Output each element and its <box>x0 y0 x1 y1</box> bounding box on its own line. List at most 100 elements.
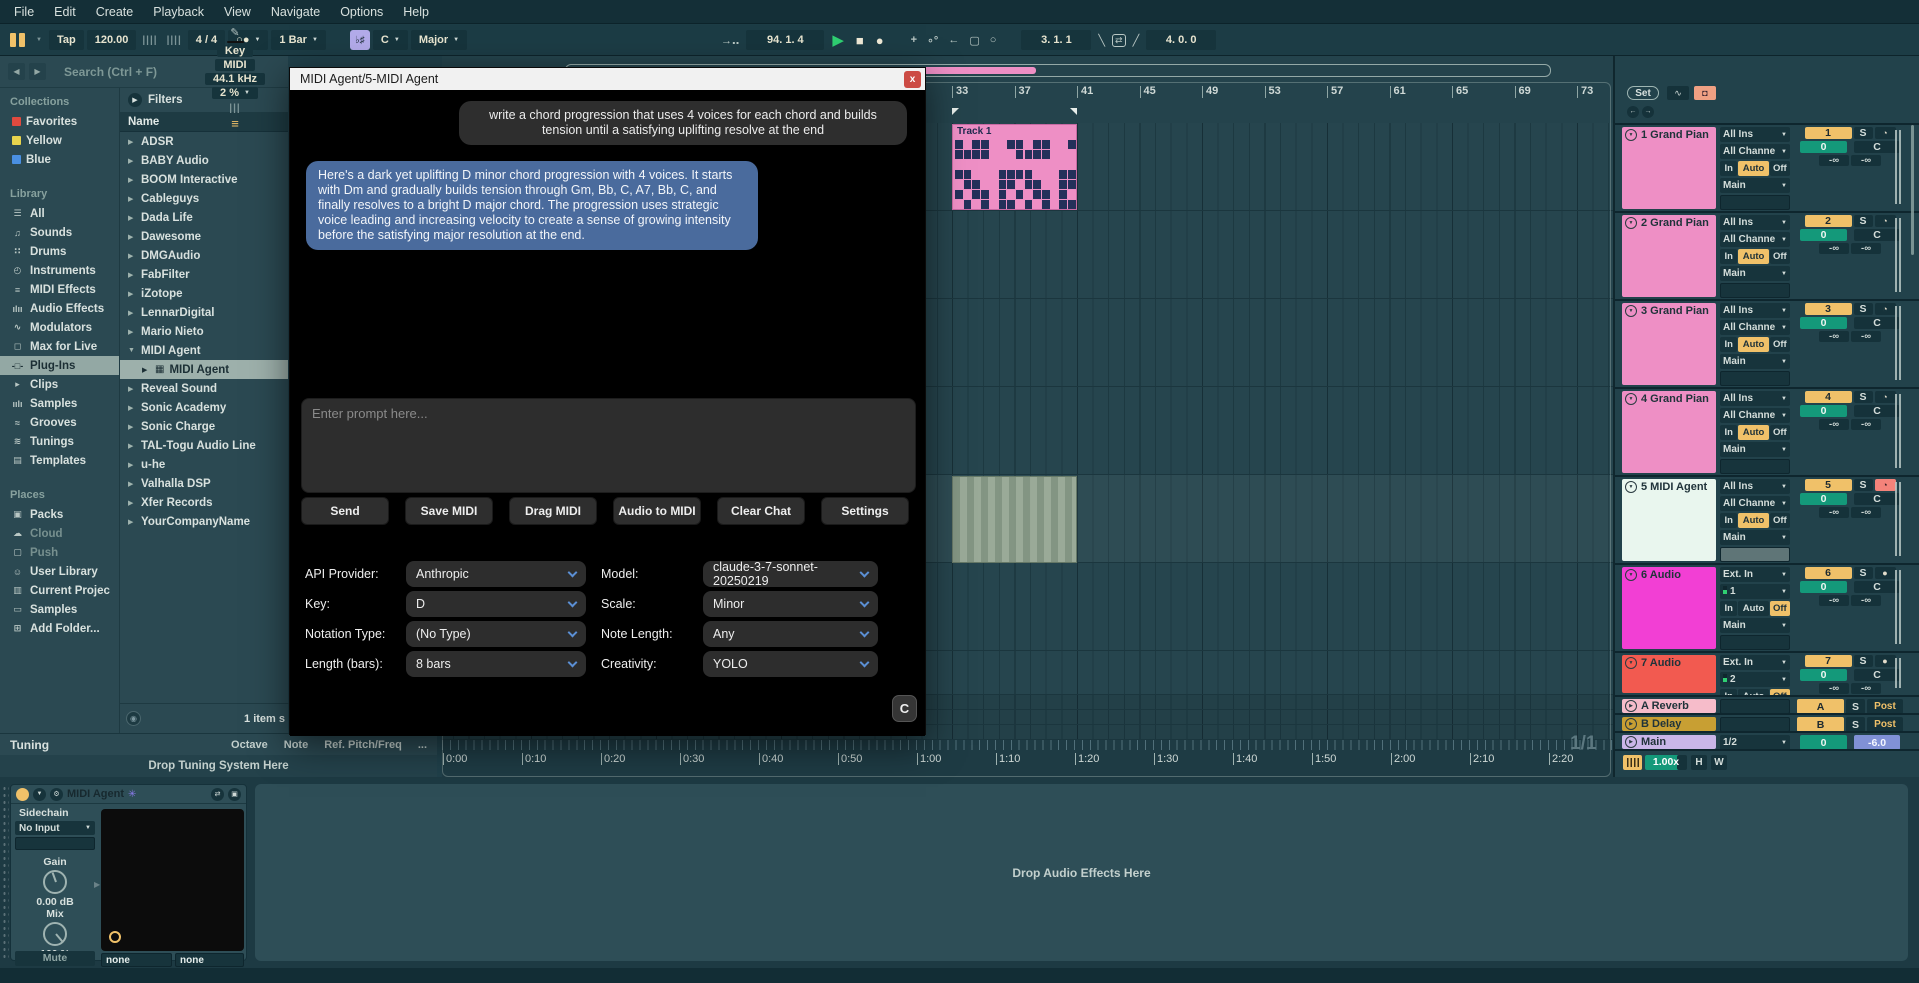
input-channel-select[interactable]: 2▼ <box>1720 672 1790 687</box>
pan-control[interactable]: C <box>1854 493 1900 505</box>
chevron-collapsed-icon[interactable]: ▶ <box>128 157 136 165</box>
return-badge[interactable]: B <box>1797 717 1844 732</box>
track-number-badge[interactable]: 7 <box>1805 655 1852 667</box>
field-select-length-bars-[interactable]: 8 bars <box>406 651 586 677</box>
input-channel-select[interactable]: 1▼ <box>1720 584 1790 599</box>
sidebar-item-grooves[interactable]: ≈Grooves <box>0 413 119 432</box>
menu-item-navigate[interactable]: Navigate <box>261 0 330 24</box>
browser-item-cableguys[interactable]: ▶Cableguys <box>120 189 288 208</box>
map-slot-1[interactable]: none <box>101 953 172 967</box>
arm-button[interactable]: ● <box>1875 567 1896 579</box>
track-header-6[interactable]: ▼6 AudioExt. In▼1▼InAutoOffMain▼6S●0C-∞-… <box>1615 563 1919 651</box>
follow-icon[interactable]: →‥ <box>718 34 742 47</box>
audio-waveform-icon[interactable] <box>1623 755 1642 770</box>
w-zoom-button[interactable]: W <box>1711 755 1727 770</box>
arrangement-position-icon[interactable] <box>8 32 30 48</box>
draw-mode-icon[interactable]: ∘° <box>924 34 941 47</box>
loop-icon[interactable]: ⇄ <box>1112 34 1126 47</box>
draw-pencil-icon[interactable]: ✎ <box>227 26 242 39</box>
input-routing-select[interactable]: All Ins▼ <box>1720 127 1790 142</box>
volume-value[interactable]: -∞ <box>1819 331 1849 342</box>
browser-forward-icon[interactable]: ▶ <box>29 63 46 80</box>
sidebar-item-plug-ins[interactable]: -□-Plug-Ins <box>0 356 119 375</box>
field-select-notation-type-[interactable]: (No Type) <box>406 621 586 647</box>
pre-post-toggle[interactable]: Post <box>1867 717 1903 732</box>
chevron-collapsed-icon[interactable]: ▶ <box>128 252 136 260</box>
link-icon[interactable]: ∿ <box>1667 86 1689 100</box>
chevron-collapsed-icon[interactable]: ▶ <box>128 233 136 241</box>
monitor-off-button[interactable]: Off <box>1770 161 1790 176</box>
solo-button[interactable]: S <box>1854 479 1873 491</box>
arrangement-position-display[interactable]: 94. 1. 4 <box>746 30 824 50</box>
save-preset-icon[interactable]: ▣ <box>228 788 241 801</box>
sidebar-item-push[interactable]: ▢Push <box>0 543 119 562</box>
track-header-1[interactable]: ▼1 Grand PianAll Ins▼All Channe▼InAutoOf… <box>1615 123 1919 211</box>
input-routing-select[interactable]: Ext. In▼ <box>1720 655 1790 670</box>
sidebar-item-max-for-live[interactable]: ◻Max for Live <box>0 337 119 356</box>
generated-midi-clip[interactable] <box>952 476 1077 563</box>
input-channel-select[interactable]: All Channe▼ <box>1720 144 1790 159</box>
menu-item-help[interactable]: Help <box>393 0 439 24</box>
browser-item-tal-togu-audio-line[interactable]: ▶TAL-Togu Audio Line <box>120 436 288 455</box>
browser-item-xfer-records[interactable]: ▶Xfer Records <box>120 493 288 512</box>
settings-button[interactable]: Settings <box>821 497 909 525</box>
sidebar-item-cloud[interactable]: ☁Cloud <box>0 524 119 543</box>
map-slot-2[interactable]: none <box>175 953 244 967</box>
name-column-header[interactable]: Name <box>120 112 288 132</box>
return-name[interactable]: ▶A Reverb <box>1622 699 1716 713</box>
device-power-icon[interactable] <box>16 788 29 801</box>
sidebar-item-user-library[interactable]: ☺User Library <box>0 562 119 581</box>
sidebar-item-drums[interactable]: ∷Drums <box>0 242 119 261</box>
pan-control[interactable]: C <box>1854 229 1900 241</box>
track-delay-slot[interactable] <box>1720 283 1790 298</box>
menu-item-file[interactable]: File <box>4 0 44 24</box>
chevron-collapsed-icon[interactable]: ▶ <box>128 461 136 469</box>
sidebar-item-instruments[interactable]: ◴Instruments <box>0 261 119 280</box>
sidebar-item-midi-effects[interactable]: ≡MIDI Effects <box>0 280 119 299</box>
filters-row[interactable]: ▶ Filters <box>120 88 288 112</box>
monitor-auto-button[interactable]: Auto <box>1738 249 1768 264</box>
audio-effects-drop-zone[interactable]: Drop Audio Effects Here <box>255 784 1908 961</box>
device-fold-icon[interactable]: ▼ <box>33 788 46 801</box>
volume-value[interactable]: -∞ <box>1819 683 1849 694</box>
volume-value[interactable]: -∞ <box>1819 243 1849 254</box>
loop-start-marker[interactable] <box>952 108 959 115</box>
browser-item-midi-agent[interactable]: ▼MIDI Agent <box>120 341 288 360</box>
track-number-badge[interactable]: 2 <box>1805 215 1852 227</box>
send-a-value[interactable]: 0 <box>1800 669 1847 681</box>
track-delay-slot[interactable] <box>1720 635 1790 650</box>
monitor-in-button[interactable]: In <box>1720 513 1737 528</box>
filters-expand-icon[interactable]: ▶ <box>128 93 142 107</box>
cpu-load-display[interactable]: 2 %▼ <box>212 87 258 99</box>
chevron-collapsed-icon[interactable]: ▶ <box>128 176 136 184</box>
track-delay-slot[interactable] <box>1720 195 1790 210</box>
track-name-1[interactable]: ▼1 Grand Pian <box>1622 127 1716 209</box>
tempo-display[interactable]: 120.00 <box>87 30 137 50</box>
chevron-down-icon[interactable]: ▼ <box>33 37 46 43</box>
browser-item-yourcompanyname[interactable]: ▶YourCompanyName <box>120 512 288 531</box>
loop-length-display[interactable]: 4. 0. 0 <box>1146 30 1216 50</box>
monitor-off-button[interactable]: Off <box>1770 601 1790 616</box>
root-note-select[interactable]: C▼ <box>373 30 408 50</box>
sidebar-item-tunings[interactable]: ≋Tunings <box>0 432 119 451</box>
device-title-bar[interactable]: ▼ ⚙ MIDI Agent ✳ ⇄ ▣ <box>11 785 246 804</box>
nav-left-icon[interactable]: ← <box>1627 106 1639 118</box>
pan-control[interactable]: C <box>1854 405 1900 417</box>
send-a-value[interactable]: 0 <box>1800 229 1847 241</box>
sidebar-item-blue[interactable]: Blue <box>0 150 119 169</box>
browser-item-valhalla-dsp[interactable]: ▶Valhalla DSP <box>120 474 288 493</box>
track-name-5[interactable]: ▼5 MIDI Agent <box>1622 479 1716 561</box>
chevron-collapsed-icon[interactable]: ▶ <box>128 138 136 146</box>
send-a-value[interactable]: 0 <box>1800 405 1847 417</box>
arm-button[interactable]: ◔ <box>1875 479 1896 491</box>
collapse-track-icon[interactable]: ▼ <box>1625 569 1637 581</box>
play-circle-icon[interactable]: ▶ <box>1625 718 1637 730</box>
back-to-arrangement-icon[interactable]: ← <box>945 34 962 46</box>
monitor-off-button[interactable]: Off <box>1770 513 1790 528</box>
track-header-B[interactable]: ▶B DelayBSPost <box>1615 713 1919 731</box>
track-number-badge[interactable]: 3 <box>1805 303 1852 315</box>
input-routing-select[interactable]: All Ins▼ <box>1720 479 1790 494</box>
monitor-auto-button[interactable]: Auto <box>1738 601 1768 616</box>
collapse-track-icon[interactable]: ▼ <box>1625 217 1637 229</box>
loop-end-marker[interactable] <box>1070 108 1077 115</box>
